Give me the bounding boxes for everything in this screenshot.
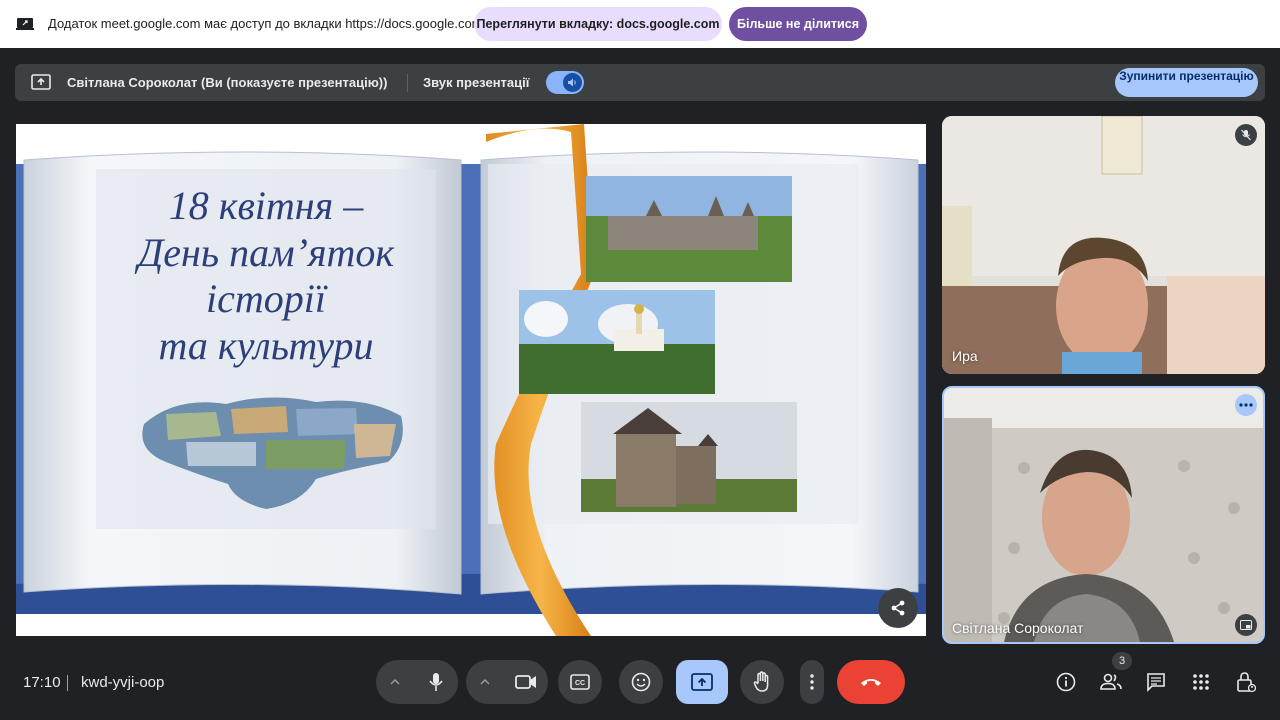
leave-call-button[interactable] — [837, 660, 905, 704]
raise-hand-button[interactable] — [740, 660, 784, 704]
microphone-icon — [429, 673, 443, 691]
meeting-code: kwd-yvji-oop — [81, 674, 165, 691]
reactions-button[interactable] — [619, 660, 663, 704]
stop-sharing-button[interactable]: Більше не ділитися — [729, 7, 867, 41]
present-screen-icon — [31, 74, 51, 90]
presenter-name: Світлана Сороколат (Ви (показуєте презен… — [67, 75, 388, 90]
chat-icon — [1147, 673, 1165, 692]
chat-button[interactable] — [1134, 660, 1178, 704]
participant-name: Ира — [952, 348, 978, 364]
chevron-up-icon — [390, 679, 400, 685]
video-options-button[interactable] — [474, 671, 496, 693]
chevron-up-icon — [480, 679, 490, 685]
picture-in-picture-icon — [1240, 620, 1252, 630]
meeting-time: 17:10 — [23, 674, 61, 691]
sharing-message: Додаток meet.google.com має доступ до вк… — [48, 16, 483, 31]
slide-title-line-3: історії — [206, 276, 328, 321]
more-vertical-icon — [810, 674, 814, 690]
screen-share-icon — [16, 18, 34, 30]
fortress-photo — [581, 402, 797, 512]
activities-button[interactable] — [1179, 660, 1223, 704]
castle-photo-1 — [586, 176, 792, 282]
camera-icon — [515, 675, 536, 689]
info-icon — [1056, 672, 1076, 692]
divider — [407, 74, 408, 92]
self-video — [944, 388, 1263, 642]
camera-control-group — [466, 660, 548, 704]
captions-icon: CC — [570, 674, 590, 690]
more-options-button[interactable] — [800, 660, 824, 704]
picture-in-picture-button[interactable] — [1235, 614, 1257, 636]
monastery-photo — [519, 290, 715, 394]
slide-title-line-1: 18 квітня – — [169, 183, 365, 228]
presentation-slide: 18 квітня – День пам’яток історії та кул… — [16, 124, 926, 636]
stop-presenting-button[interactable]: Зупинити презентацію — [1115, 68, 1258, 97]
view-tab-button[interactable]: Переглянути вкладку: docs.google.com — [474, 7, 722, 41]
lock-person-icon — [1237, 672, 1256, 693]
participant-name: Світлана Сороколат — [952, 620, 1084, 636]
mic-control-group — [376, 660, 458, 704]
sharing-infobar: Додаток meet.google.com має доступ до вк… — [0, 0, 1280, 48]
present-now-button[interactable] — [676, 660, 728, 704]
muted-indicator — [1235, 124, 1257, 146]
more-options-button[interactable] — [1235, 394, 1257, 416]
self-tile[interactable]: Світлана Сороколат — [942, 386, 1265, 644]
participant-count-badge: 3 — [1112, 652, 1132, 670]
apps-grid-icon — [1193, 674, 1209, 690]
participant-tile[interactable]: Ира — [942, 116, 1265, 374]
share-slide-button[interactable] — [878, 588, 918, 628]
emoji-icon — [631, 672, 651, 692]
presentation-audio-toggle[interactable] — [546, 71, 584, 94]
hang-up-icon — [861, 679, 881, 686]
audio-options-button[interactable] — [384, 671, 406, 693]
more-horizontal-icon — [1239, 403, 1253, 407]
open-book-illustration: 18 квітня – День пам’яток історії та кул… — [16, 124, 926, 636]
svg-text:CC: CC — [575, 680, 585, 687]
people-icon — [1100, 673, 1122, 690]
divider — [67, 675, 68, 691]
meeting-details-button[interactable] — [1044, 660, 1088, 704]
participant-video — [942, 116, 1265, 374]
captions-button[interactable]: CC — [558, 660, 602, 704]
raise-hand-icon — [753, 671, 769, 692]
presentation-audio-label: Звук презентації — [423, 75, 530, 90]
share-icon — [891, 600, 905, 616]
present-screen-icon — [691, 673, 713, 691]
speaker-icon — [563, 73, 582, 92]
mic-off-icon — [1241, 129, 1251, 141]
slide-title-line-4: та культури — [159, 323, 374, 368]
host-controls-button[interactable] — [1224, 660, 1268, 704]
camera-button[interactable] — [504, 660, 548, 704]
presenting-bar: Світлана Сороколат (Ви (показуєте презен… — [15, 64, 1265, 101]
meeting-controls-bar: 17:10 kwd-yvji-oop CC — [0, 650, 1280, 720]
slide-title-line-2: День пам’яток — [134, 230, 395, 275]
microphone-button[interactable] — [414, 660, 458, 704]
